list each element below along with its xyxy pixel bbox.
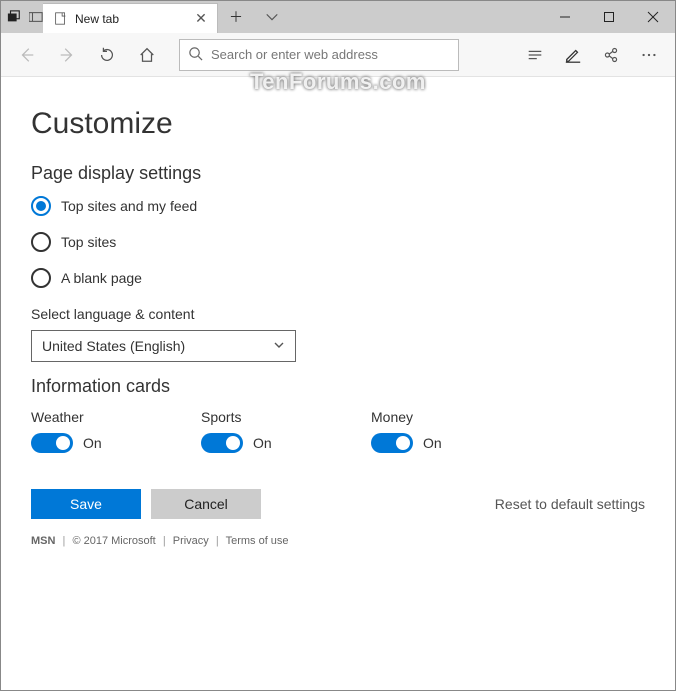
- radio-label: Top sites and my feed: [61, 198, 197, 214]
- card-money: Money On: [371, 409, 481, 453]
- more-button[interactable]: [631, 37, 667, 73]
- button-row: Save Cancel Reset to default settings: [31, 489, 645, 519]
- page-content: Customize Page display settings Top site…: [1, 77, 675, 557]
- browser-tab[interactable]: New tab ✕: [43, 3, 218, 33]
- card-label: Money: [371, 409, 481, 425]
- radio-indicator: [31, 196, 51, 216]
- chevron-down-icon: [273, 338, 285, 354]
- info-cards-row: Weather On Sports On Money On: [31, 409, 645, 453]
- home-button[interactable]: [129, 37, 165, 73]
- window-controls: [543, 1, 675, 33]
- card-sports: Sports On: [201, 409, 311, 453]
- refresh-button[interactable]: [89, 37, 125, 73]
- browser-toolbar: [1, 33, 675, 77]
- footer-terms-link[interactable]: Terms of use: [226, 535, 289, 547]
- card-weather: Weather On: [31, 409, 141, 453]
- tab-page-icon: [53, 12, 67, 26]
- language-select[interactable]: United States (English): [31, 330, 296, 362]
- close-window-button[interactable]: [631, 1, 675, 33]
- tabs-aside-icon[interactable]: [29, 10, 43, 24]
- toggle-state: On: [83, 435, 102, 451]
- search-input[interactable]: [211, 47, 450, 62]
- card-label: Sports: [201, 409, 311, 425]
- cancel-button[interactable]: Cancel: [151, 489, 261, 519]
- radio-label: Top sites: [61, 234, 116, 250]
- toggle-state: On: [423, 435, 442, 451]
- back-button[interactable]: [9, 37, 45, 73]
- window-titlebar: New tab ✕ ＋: [1, 1, 675, 33]
- save-button[interactable]: Save: [31, 489, 141, 519]
- share-button[interactable]: [593, 37, 629, 73]
- tab-close-button[interactable]: ✕: [193, 11, 209, 27]
- tab-title: New tab: [75, 12, 119, 26]
- radio-indicator: [31, 268, 51, 288]
- footer-privacy-link[interactable]: Privacy: [173, 535, 209, 547]
- page-footer: MSN | © 2017 Microsoft | Privacy | Terms…: [31, 535, 645, 547]
- forward-button[interactable]: [49, 37, 85, 73]
- minimize-button[interactable]: [543, 1, 587, 33]
- search-icon: [188, 46, 203, 64]
- radio-label: A blank page: [61, 270, 142, 286]
- titlebar-left: [1, 1, 43, 33]
- titlebar-after-tabs: ＋: [218, 1, 290, 33]
- toggle-state: On: [253, 435, 272, 451]
- sports-toggle[interactable]: [201, 433, 243, 453]
- radio-blank-page[interactable]: A blank page: [31, 268, 645, 288]
- tab-actions-button[interactable]: [254, 1, 290, 33]
- weather-toggle[interactable]: [31, 433, 73, 453]
- maximize-button[interactable]: [587, 1, 631, 33]
- notes-button[interactable]: [555, 37, 591, 73]
- footer-msn: MSN: [31, 535, 55, 547]
- language-value: United States (English): [42, 338, 185, 354]
- language-label: Select language & content: [31, 306, 645, 322]
- radio-top-sites[interactable]: Top sites: [31, 232, 645, 252]
- money-toggle[interactable]: [371, 433, 413, 453]
- new-tab-button[interactable]: ＋: [218, 1, 254, 33]
- footer-copyright: © 2017 Microsoft: [72, 535, 155, 547]
- radio-indicator: [31, 232, 51, 252]
- radio-top-sites-feed[interactable]: Top sites and my feed: [31, 196, 645, 216]
- app-icon: [7, 10, 21, 24]
- page-display-heading: Page display settings: [31, 163, 645, 184]
- info-cards-heading: Information cards: [31, 376, 645, 397]
- card-label: Weather: [31, 409, 141, 425]
- reading-view-button[interactable]: [517, 37, 553, 73]
- page-title: Customize: [31, 107, 645, 141]
- reset-link[interactable]: Reset to default settings: [495, 496, 645, 512]
- address-bar[interactable]: [179, 39, 459, 71]
